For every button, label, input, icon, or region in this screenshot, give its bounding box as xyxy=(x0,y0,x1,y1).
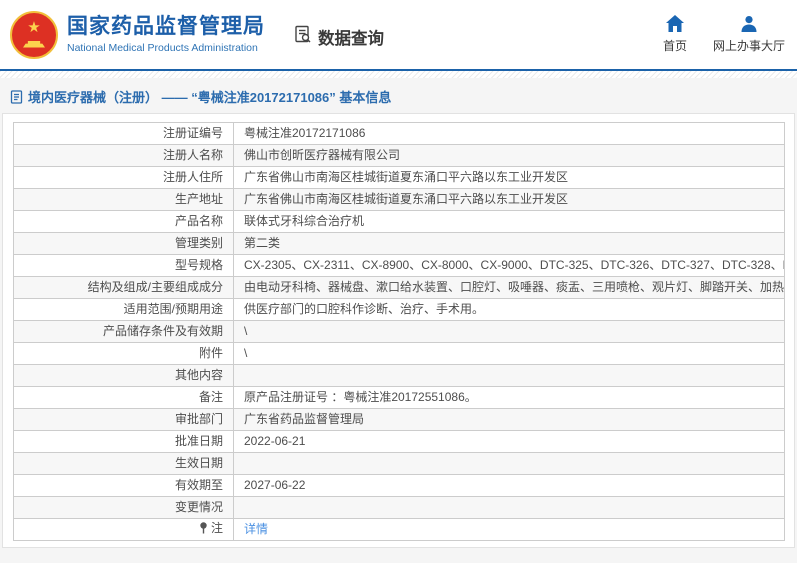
row-value: 粤械注准20172171086 xyxy=(233,122,785,145)
row-value xyxy=(233,364,785,387)
row-label: 生产地址 xyxy=(13,188,234,211)
row-value xyxy=(233,452,785,475)
table-row: 注册证编号 粤械注准20172171086 xyxy=(13,122,785,145)
row-label: 结构及组成/主要组成成分 xyxy=(13,276,234,299)
row-value: 广东省佛山市南海区桂城街道夏东涌口平六路以东工业开发区 xyxy=(233,188,785,211)
row-value: 联体式牙科综合治疗机 xyxy=(233,210,785,233)
detail-link[interactable]: 详情 xyxy=(244,522,268,536)
row-label: 产品名称 xyxy=(13,210,234,233)
table-row: 结构及组成/主要组成成分 由电动牙科椅、器械盘、漱口给水装置、口腔灯、吸唾器、痰盂… xyxy=(13,276,785,299)
document-icon xyxy=(10,89,23,104)
agency-title-cn: 国家药品监督管理局 xyxy=(67,14,265,38)
table-row: 其他内容 xyxy=(13,364,785,387)
table-row: 变更情况 xyxy=(13,496,785,519)
info-table: 注册证编号 粤械注准20172171086 注册人名称 佛山市创昕医疗器械有限公司 注册… xyxy=(13,122,785,541)
site-header: ★ 国家药品监督管理局 National Medical Products Ad… xyxy=(0,0,797,71)
row-label: 有效期至 xyxy=(13,474,234,497)
national-emblem-logo: ★ xyxy=(10,10,58,59)
nav-home[interactable]: 首页 xyxy=(663,15,687,54)
emblem-star-icon: ★ xyxy=(27,19,41,36)
row-value: 由电动牙科椅、器械盘、漱口给水装置、口腔灯、吸唾器、痰盂、三用喷枪、观片灯、脚踏… xyxy=(233,276,785,299)
row-label: 变更情况 xyxy=(13,496,234,519)
table-row: 生产地址 广东省佛山市南海区桂城街道夏东涌口平六路以东工业开发区 xyxy=(13,188,785,211)
header-nav: 首页 网上办事大厅 xyxy=(663,15,785,54)
table-row: 生效日期 xyxy=(13,452,785,475)
nav-home-label: 首页 xyxy=(662,39,687,53)
row-label: 产品储存条件及有效期 xyxy=(13,320,234,343)
row-label: 其他内容 xyxy=(13,364,234,387)
row-value: 原产品注册证号 ：粤械注准20172551086。 xyxy=(233,386,785,409)
page-body: 境内医疗器械（注册） —— “粤械注准20172171086” 基本信息 注册证… xyxy=(0,78,797,563)
table-row: 产品储存条件及有效期 \ xyxy=(13,320,785,343)
emblem-gate-icon xyxy=(23,40,45,48)
row-value: \ xyxy=(233,320,785,343)
row-value: 佛山市创昕医疗器械有限公司 xyxy=(233,144,785,167)
row-value: CX-2305、CX-2311、CX-8900、CX-8000、CX-9000、… xyxy=(233,254,785,277)
content-panel: 注册证编号 粤械注准20172171086 注册人名称 佛山市创昕医疗器械有限公司 注册… xyxy=(2,113,795,548)
breadcrumb: 境内医疗器械（注册） —— “粤械注准20172171086” 基本信息 xyxy=(0,78,797,113)
data-query-label: 数据查询 xyxy=(318,29,384,48)
row-label: 适用范围/预期用途 xyxy=(13,298,234,321)
hatch-divider xyxy=(0,71,797,78)
document-search-icon xyxy=(293,24,313,49)
data-query-heading: 数据查询 xyxy=(293,24,384,49)
table-row: 注册人住所 广东省佛山市南海区桂城街道夏东涌口平六路以东工业开发区 xyxy=(13,166,785,189)
row-label: 注册证编号 xyxy=(13,122,234,145)
table-row: 型号规格 CX-2305、CX-2311、CX-8900、CX-8000、CX-9… xyxy=(13,254,785,277)
row-value: 2022-06-21 xyxy=(233,430,785,453)
row-value: 广东省佛山市南海区桂城街道夏东涌口平六路以东工业开发区 xyxy=(233,166,785,189)
row-value: 2027-06-22 xyxy=(233,474,785,497)
row-value: \ xyxy=(233,342,785,365)
table-row: 适用范围/预期用途 供医疗部门的口腔科作诊断、治疗、手术用。 xyxy=(13,298,785,321)
table-row: 审批部门 广东省药品监督管理局 xyxy=(13,408,785,431)
table-row: 有效期至 2027-06-22 xyxy=(13,474,785,497)
row-label: 注 xyxy=(13,518,234,541)
nav-service-hall-label: 网上办事大厅 xyxy=(712,39,785,53)
row-label: 注册人住所 xyxy=(13,166,234,189)
table-row: 产品名称 联体式牙科综合治疗机 xyxy=(13,210,785,233)
table-row: 注详情 xyxy=(13,518,785,541)
row-value xyxy=(233,496,785,519)
home-icon xyxy=(665,15,685,33)
breadcrumb-text: 境内医疗器械（注册） —— “粤械注准20172171086” 基本信息 xyxy=(28,90,392,105)
row-value: 详情 xyxy=(233,518,785,541)
table-row: 批准日期 2022-06-21 xyxy=(13,430,785,453)
table-row: 附件 \ xyxy=(13,342,785,365)
row-label: 注册人名称 xyxy=(13,144,234,167)
row-value: 第二类 xyxy=(233,232,785,255)
user-icon xyxy=(739,15,759,33)
agency-title-block: 国家药品监督管理局 National Medical Products Admi… xyxy=(67,15,265,54)
row-label: 生效日期 xyxy=(13,452,234,475)
row-label: 附件 xyxy=(13,342,234,365)
table-row: 管理类别 第二类 xyxy=(13,232,785,255)
row-value: 供医疗部门的口腔科作诊断、治疗、手术用。 xyxy=(233,298,785,321)
nav-service-hall[interactable]: 网上办事大厅 xyxy=(713,15,785,54)
row-label: 备注 xyxy=(13,386,234,409)
table-row: 注册人名称 佛山市创昕医疗器械有限公司 xyxy=(13,144,785,167)
row-value: 广东省药品监督管理局 xyxy=(233,408,785,431)
row-label: 审批部门 xyxy=(13,408,234,431)
row-label: 管理类别 xyxy=(13,232,234,255)
row-label: 型号规格 xyxy=(13,254,234,277)
pin-icon xyxy=(199,522,208,538)
agency-title-en: National Medical Products Administration xyxy=(67,42,258,55)
row-label: 批准日期 xyxy=(13,430,234,453)
table-row: 备注 原产品注册证号 ：粤械注准20172551086。 xyxy=(13,386,785,409)
